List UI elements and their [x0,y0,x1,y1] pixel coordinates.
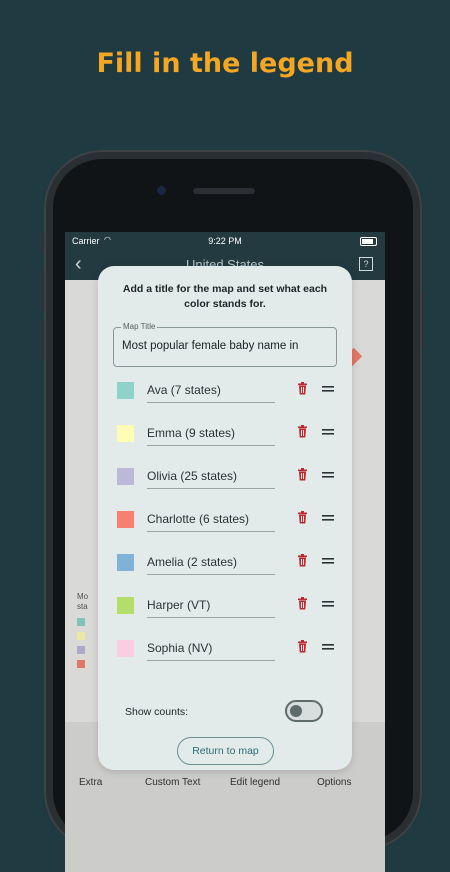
headline: Fill in the legend [96,48,354,79]
legend-row: Harper (VT) [117,594,342,622]
status-bar: Carrier ◠ 9:22 PM [65,232,385,250]
drag-handle-icon[interactable] [322,468,334,482]
legend-editor-modal: Add a title for the map and set what eac… [98,266,352,770]
drag-handle-icon[interactable] [322,511,334,525]
power-button [422,290,425,350]
toggle-knob [290,705,302,717]
front-camera [157,186,166,195]
color-swatch[interactable] [117,554,134,571]
volume-up-button [41,270,44,310]
legend-label-input[interactable]: Charlotte (6 states) [147,509,275,532]
speaker-grille [193,188,255,194]
legend-label-input[interactable]: Amelia (2 states) [147,552,275,575]
clock: 9:22 PM [208,236,242,246]
color-swatch[interactable] [117,468,134,485]
legend-row: Sophia (NV) [117,637,342,665]
color-swatch[interactable] [117,382,134,399]
drag-handle-icon[interactable] [322,640,334,654]
help-icon[interactable]: ? [359,257,373,271]
phone-screen: Carrier ◠ 9:22 PM ‹ United States ? Mo s… [65,232,385,872]
legend-row: Charlotte (6 states) [117,508,342,536]
trash-icon[interactable] [297,554,308,572]
battery-icon [360,237,377,246]
legend-row: Amelia (2 states) [117,551,342,579]
legend-label-input[interactable]: Olivia (25 states) [147,466,275,489]
silent-switch [41,232,44,252]
show-counts-label: Show counts: [125,706,189,718]
legend-label-input[interactable]: Sophia (NV) [147,638,275,661]
trash-icon[interactable] [297,640,308,658]
legend-row: Ava (7 states) [117,379,342,407]
drag-handle-icon[interactable] [322,597,334,611]
drag-handle-icon[interactable] [322,382,334,396]
color-swatch[interactable] [117,597,134,614]
map-title-label: Map Title [121,322,158,331]
modal-instructions: Add a title for the map and set what eac… [122,283,328,310]
trash-icon[interactable] [297,425,308,443]
legend-label-input[interactable]: Ava (7 states) [147,380,275,403]
legend-label-input[interactable]: Harper (VT) [147,595,275,618]
legend-row: Olivia (25 states) [117,465,342,493]
volume-down-button [41,320,44,360]
drag-handle-icon[interactable] [322,425,334,439]
return-to-map-button[interactable]: Return to map [177,737,274,765]
trash-icon[interactable] [297,468,308,486]
color-swatch[interactable] [117,425,134,442]
color-swatch[interactable] [117,511,134,528]
show-counts-toggle[interactable] [285,700,323,722]
trash-icon[interactable] [297,597,308,615]
map-title-field[interactable]: Map Title [113,322,337,367]
map-title-input[interactable] [122,340,330,352]
color-swatch[interactable] [117,640,134,657]
trash-icon[interactable] [297,511,308,529]
trash-icon[interactable] [297,382,308,400]
drag-handle-icon[interactable] [322,554,334,568]
legend-row: Emma (9 states) [117,422,342,450]
legend-label-input[interactable]: Emma (9 states) [147,423,275,446]
phone-frame: Carrier ◠ 9:22 PM ‹ United States ? Mo s… [41,150,425,872]
